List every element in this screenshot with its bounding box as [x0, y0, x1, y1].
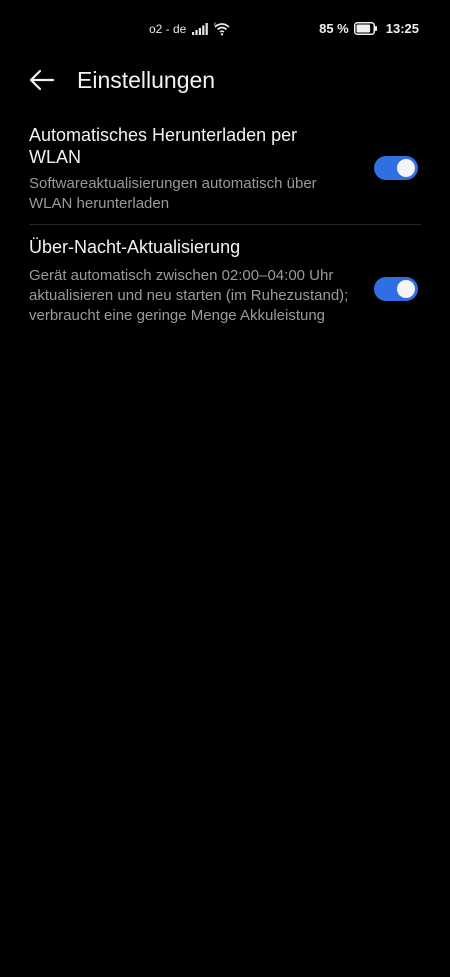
- setting-description: Gerät automatisch zwischen 02:00–04:00 U…: [29, 267, 349, 324]
- status-right-group: 85 % 13:25: [319, 21, 419, 36]
- setting-title: Über-Nacht-Aktualisierung: [29, 237, 241, 257]
- page-title: Einstellungen: [77, 67, 216, 93]
- carrier-group: o2 - de 6: [149, 22, 230, 36]
- signal-icon: [192, 23, 209, 35]
- back-button[interactable]: [26, 64, 58, 96]
- carrier-name: o2 - de: [149, 22, 187, 36]
- toggle-knob: [397, 280, 415, 298]
- app-bar: Einstellungen: [0, 60, 450, 100]
- toggle-knob: [397, 159, 415, 177]
- setting-row-auto-download-wlan[interactable]: Automatisches Herunterladen per WLAN Sof…: [29, 124, 421, 224]
- battery-icon: [353, 22, 377, 35]
- setting-text: Automatisches Herunterladen per WLAN Sof…: [29, 124, 349, 214]
- setting-row-overnight-update[interactable]: Über-Nacht-Aktualisierung Gerät automati…: [29, 236, 421, 351]
- divider: [29, 224, 421, 225]
- battery-percent: 85 %: [319, 21, 349, 36]
- setting-title: Automatisches Herunterladen per WLAN: [29, 125, 298, 167]
- wifi-icon: 6: [214, 22, 230, 36]
- clock: 13:25: [385, 21, 419, 36]
- arrow-left-icon: [29, 69, 55, 91]
- overnight-update-toggle[interactable]: [374, 277, 418, 301]
- setting-description: Softwareaktualisierungen automatisch übe…: [29, 175, 317, 212]
- auto-download-toggle[interactable]: [374, 156, 418, 180]
- setting-text: Über-Nacht-Aktualisierung Gerät automati…: [29, 236, 349, 326]
- status-bar: o2 - de 6 85 % 13:25: [0, 0, 450, 62]
